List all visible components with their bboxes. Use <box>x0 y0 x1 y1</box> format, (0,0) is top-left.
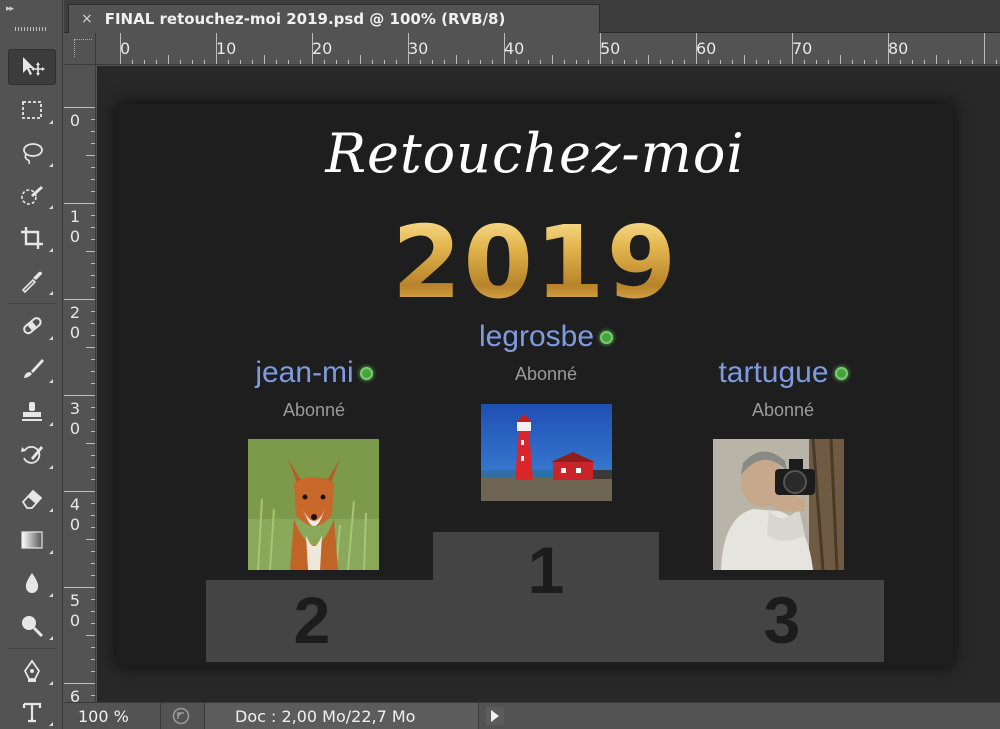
history-brush-icon <box>21 445 43 464</box>
winner-3: tartugue Abonné <box>683 356 883 421</box>
online-status-icon <box>600 330 614 344</box>
v-ruler-label: 20 <box>69 303 81 342</box>
status-bar: 100 % Doc : 2,00 Mo/22,7 Mo <box>64 702 1000 729</box>
quick-selection-tool-button[interactable] <box>8 177 56 213</box>
gradient-tool-button[interactable] <box>8 522 56 558</box>
online-status-icon <box>834 366 848 380</box>
h-ruler-label: 70 <box>792 39 813 58</box>
eyedropper-tool-button[interactable] <box>8 263 56 299</box>
online-status-icon <box>359 366 373 380</box>
horizontal-ruler[interactable]: 0 10 20 30 40 50 60 70 80 <box>96 33 1000 65</box>
avatar-lighthouse <box>481 404 612 501</box>
user-status: Abonné <box>514 364 578 384</box>
history-brush-tool-button[interactable] <box>8 437 56 473</box>
lasso-tool-button[interactable] <box>8 135 56 171</box>
v-ruler-label: 10 <box>69 207 81 246</box>
v-ruler-label: 40 <box>69 495 81 534</box>
podium-rank-2: 2 <box>293 583 331 657</box>
artwork-year: 2019 <box>117 208 953 318</box>
marquee-tool-button[interactable] <box>8 92 56 128</box>
gradient-icon <box>21 531 43 549</box>
v-ruler-label: 6 <box>69 687 81 702</box>
brush-tool-button[interactable] <box>8 351 56 387</box>
document-tab-bar: × FINAL retouchez-moi 2019.psd @ 100% (R… <box>64 0 1000 33</box>
h-ruler-label: 20 <box>312 39 333 58</box>
lasso-icon <box>23 143 43 165</box>
winner-1: legrosbe Abonné <box>446 320 646 385</box>
podium-rank-1: 1 <box>527 533 565 607</box>
photoshop-window: ▸▸ × FINAL retouchez-moi 2019.psd @ 100%… <box>0 0 1000 729</box>
close-tab-icon[interactable]: × <box>81 11 93 27</box>
clone-stamp-tool-button[interactable] <box>8 394 56 430</box>
type-tool-button[interactable] <box>8 694 56 729</box>
collapse-panel-icon[interactable]: ▸▸ <box>6 4 14 14</box>
ruler-origin[interactable] <box>64 33 96 65</box>
h-ruler-label: 30 <box>408 39 429 58</box>
quick-selection-icon <box>21 186 43 205</box>
crop-tool-button[interactable] <box>8 220 56 256</box>
user-status: Abonné <box>282 400 346 420</box>
lighthouse-photo-icon <box>481 404 612 501</box>
doc-info: Doc : 2,00 Mo/22,7 Mo <box>235 707 416 726</box>
document-canvas[interactable]: Retouchez-moi 2019 1 2 3 legrosbe Abonné <box>117 104 953 666</box>
dodge-tool-button[interactable] <box>8 608 56 644</box>
healing-brush-tool-button[interactable] <box>8 308 56 344</box>
status-menu-arrow-icon[interactable] <box>486 707 504 725</box>
photographer-photo-icon <box>713 439 844 570</box>
user-status: Abonné <box>751 400 815 420</box>
h-ruler-label: 10 <box>216 39 237 58</box>
h-ruler-label: 0 <box>120 39 131 58</box>
move-icon <box>23 57 45 76</box>
pen-tool-button[interactable] <box>8 653 56 689</box>
username: legrosbe <box>478 320 595 353</box>
h-ruler-label: 60 <box>696 39 717 58</box>
dodge-icon <box>22 616 44 638</box>
doc-info-field[interactable]: Doc : 2,00 Mo/22,7 Mo <box>204 703 479 729</box>
h-ruler-label: 40 <box>504 39 525 58</box>
rectangular-marquee-icon <box>22 101 42 119</box>
eraser-tool-button[interactable] <box>8 480 56 516</box>
username: jean-mi <box>255 356 354 389</box>
winner-2: jean-mi Abonné <box>214 356 414 421</box>
eyedropper-icon <box>21 271 42 294</box>
panel-grip[interactable] <box>15 27 48 31</box>
brush-icon <box>24 359 44 378</box>
drop-icon <box>25 573 39 593</box>
eraser-icon <box>21 489 43 509</box>
avatar-fox <box>248 439 379 570</box>
podium-rank-3: 3 <box>763 583 801 657</box>
v-ruler-label: 0 <box>69 111 81 130</box>
share-icon[interactable] <box>172 707 190 725</box>
zoom-level[interactable]: 100 % <box>78 707 129 726</box>
v-ruler-label: 50 <box>69 591 81 630</box>
vertical-ruler[interactable]: 0 10 20 30 40 50 6 <box>64 65 96 702</box>
v-ruler-label: 30 <box>69 399 81 438</box>
tools-panel: ▸▸ <box>0 0 63 729</box>
username: tartugue <box>718 356 829 389</box>
artwork-title: Retouchez-moi <box>325 122 745 185</box>
stamp-icon <box>22 402 42 421</box>
bandage-icon <box>23 317 42 335</box>
crop-icon <box>21 227 43 249</box>
move-tool-button[interactable] <box>8 49 56 85</box>
document-tab[interactable]: × FINAL retouchez-moi 2019.psd @ 100% (R… <box>68 4 600 33</box>
pen-icon <box>23 659 41 682</box>
fox-photo-icon <box>248 439 379 570</box>
h-ruler-label: 80 <box>888 39 909 58</box>
h-ruler-label: 50 <box>600 39 621 58</box>
document-workspace[interactable]: Retouchez-moi 2019 1 2 3 legrosbe Abonné <box>97 66 1000 702</box>
document-tab-title: FINAL retouchez-moi 2019.psd @ 100% (RVB… <box>104 10 506 28</box>
avatar-photographer <box>713 439 844 570</box>
type-icon <box>22 702 42 723</box>
blur-tool-button[interactable] <box>8 565 56 601</box>
